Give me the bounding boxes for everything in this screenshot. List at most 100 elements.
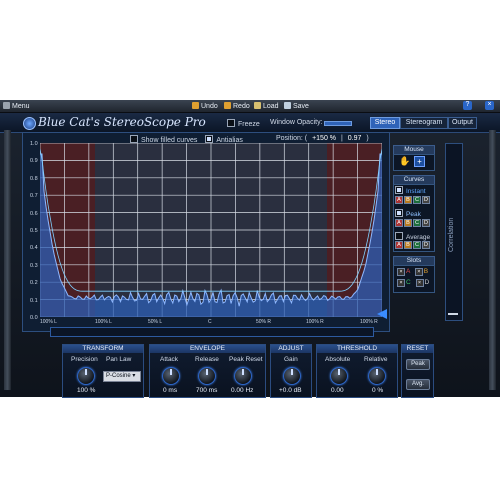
menu-label: Menu xyxy=(12,103,30,110)
pan-law-select[interactable]: P-Cosine ▾ xyxy=(103,371,141,382)
instant-slot-d[interactable]: D xyxy=(422,196,430,204)
y-tick-label: 0.7 xyxy=(30,193,38,200)
tab-stereo[interactable]: Stereo xyxy=(370,117,400,129)
undo-button[interactable]: Undo xyxy=(192,102,218,110)
freeze-toggle[interactable]: Freeze xyxy=(227,119,260,128)
y-tick-label: 0.8 xyxy=(30,175,38,182)
gain-label: Gain xyxy=(284,356,298,363)
release-knob[interactable] xyxy=(198,367,216,385)
release-value: 700 ms xyxy=(196,387,218,394)
absolute-knob[interactable] xyxy=(330,367,348,385)
peak-reset-label: Peak Reset xyxy=(229,356,263,363)
instant-checkbox[interactable] xyxy=(395,186,403,194)
peak-reset-knob[interactable] xyxy=(234,367,252,385)
precision-value: 100 % xyxy=(77,387,96,394)
undo-label: Undo xyxy=(201,103,218,110)
relative-value: 0 % xyxy=(372,387,384,394)
antialias-checkbox[interactable] xyxy=(205,135,214,143)
adjust-group: ADJUST Gain +0.0 dB xyxy=(270,344,312,398)
logo-icon xyxy=(23,117,36,130)
close-button[interactable]: × xyxy=(485,101,494,110)
slot-a-select[interactable]: × xyxy=(397,268,405,276)
pan-law-value: P-Cosine xyxy=(106,373,131,379)
stereo-plot[interactable] xyxy=(40,143,382,317)
slot-b-select[interactable]: × xyxy=(414,268,423,276)
peak-slot-b[interactable]: B xyxy=(404,219,412,227)
attack-knob[interactable] xyxy=(162,367,180,385)
y-tick-label: 0.6 xyxy=(30,210,38,217)
precision-knob[interactable] xyxy=(77,367,95,385)
x-tick-label: 100% R xyxy=(360,319,378,325)
average-label: Average xyxy=(406,234,431,241)
peak-slot-c[interactable]: C xyxy=(413,219,421,227)
relative-knob[interactable] xyxy=(368,367,386,385)
average-checkbox[interactable] xyxy=(395,232,403,240)
close-icon: × xyxy=(487,101,492,108)
tab-stereogram[interactable]: Stereogram xyxy=(400,117,448,129)
threshold-handle[interactable] xyxy=(377,309,387,319)
instant-slot-b[interactable]: B xyxy=(404,196,412,204)
hand-icon[interactable]: ✋ xyxy=(399,156,410,166)
crosshair-icon[interactable]: + xyxy=(414,156,425,167)
peak-slot-d[interactable]: D xyxy=(422,219,430,227)
average-slot-d[interactable]: D xyxy=(422,241,430,249)
y-tick-label: 1.0 xyxy=(30,141,38,147)
position-x: +150 % xyxy=(312,135,337,142)
instant-slot-a[interactable]: A xyxy=(395,196,403,204)
peak-slot-a[interactable]: A xyxy=(395,219,403,227)
adjust-header: ADJUST xyxy=(271,345,311,353)
redo-label: Redo xyxy=(233,103,250,110)
redo-button[interactable]: Redo xyxy=(224,102,250,110)
slot-b-label: B xyxy=(423,268,429,275)
x-tick-label: 100% L xyxy=(95,319,112,325)
reset-group: RESET Peak Avg. xyxy=(401,344,434,398)
x-tick-label: 100% R xyxy=(306,319,324,325)
folder-icon xyxy=(254,102,261,109)
peak-toggle[interactable]: Peak xyxy=(395,209,421,218)
window-opacity-slider[interactable] xyxy=(324,121,352,126)
left-rail xyxy=(4,130,11,390)
instant-slots: ABCD xyxy=(395,196,431,204)
gain-knob[interactable] xyxy=(283,367,301,385)
average-slot-b[interactable]: B xyxy=(404,241,412,249)
slot-row-cd: × C × D xyxy=(397,279,429,287)
undo-icon xyxy=(192,102,199,109)
reset-avg-button[interactable]: Avg. xyxy=(406,379,430,390)
freeze-checkbox[interactable] xyxy=(227,119,235,127)
position-readout: Position: ( +150 % | 0.97 ) xyxy=(276,135,369,142)
peak-label: Peak xyxy=(406,211,421,218)
reset-peak-button[interactable]: Peak xyxy=(406,359,430,370)
correlation-label: Correlation xyxy=(448,217,455,252)
correlation-indicator xyxy=(448,313,458,315)
attack-label: Attack xyxy=(160,356,179,363)
position-label: Position: ( xyxy=(276,135,308,142)
absolute-label: Absolute xyxy=(325,356,351,363)
horizontal-scrollbar[interactable] xyxy=(50,327,374,337)
precision-label: Precision xyxy=(71,356,98,363)
load-label: Load xyxy=(263,103,279,110)
slot-d-label: D xyxy=(424,279,430,286)
average-slot-c[interactable]: C xyxy=(413,241,421,249)
threshold-group: THRESHOLD Absolute Relative 0.00 0 % xyxy=(316,344,398,398)
show-filled-curves-checkbox[interactable] xyxy=(130,135,138,143)
peak-slots: ABCD xyxy=(395,219,431,227)
tab-output[interactable]: Output xyxy=(448,117,477,129)
slot-c-select[interactable]: × xyxy=(397,279,405,287)
average-slot-a[interactable]: A xyxy=(395,241,403,249)
help-button[interactable]: ? xyxy=(463,101,472,110)
peak-reset-value: 0.00 Hz xyxy=(231,387,254,394)
question-icon: ? xyxy=(465,101,470,108)
position-sep: | xyxy=(340,135,343,142)
slot-d-select[interactable]: × xyxy=(415,279,424,287)
peak-checkbox[interactable] xyxy=(395,209,403,217)
threshold-header: THRESHOLD xyxy=(317,345,397,353)
menu-button[interactable]: Menu xyxy=(3,102,30,110)
save-button[interactable]: Save xyxy=(284,102,309,110)
window-opacity-label: Window Opacity: xyxy=(270,119,323,126)
average-toggle[interactable]: Average xyxy=(395,232,430,241)
slot-a-label: A xyxy=(406,268,410,275)
instant-toggle[interactable]: Instant xyxy=(395,186,426,195)
instant-slot-c[interactable]: C xyxy=(413,196,421,204)
position-y: 0.97 xyxy=(347,135,362,142)
load-button[interactable]: Load xyxy=(254,102,279,110)
